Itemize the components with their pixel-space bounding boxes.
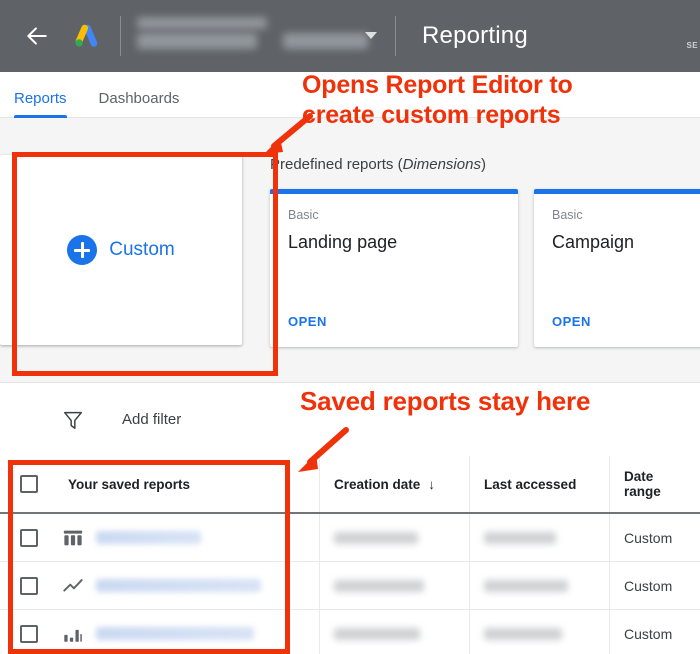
tab-dashboards[interactable]: Dashboards bbox=[99, 90, 180, 117]
select-all-cell bbox=[0, 456, 58, 512]
predefined-reports-heading: Predefined reports (Dimensions) bbox=[270, 156, 700, 173]
row-select-cell bbox=[0, 562, 58, 609]
row-checkbox[interactable] bbox=[20, 528, 38, 547]
table-row[interactable]: Custom bbox=[0, 514, 700, 562]
card-title: Campaign bbox=[552, 232, 635, 252]
row-checkbox[interactable] bbox=[20, 624, 38, 643]
reports-strip: Custom Predefined reports (Dimensions) B… bbox=[0, 118, 700, 382]
column-header-creation-date-label: Creation date bbox=[334, 476, 421, 492]
card-open-link[interactable]: OPEN bbox=[552, 314, 591, 329]
column-header-date-range[interactable]: Date range bbox=[610, 456, 700, 512]
creation-date-redacted bbox=[334, 627, 420, 640]
row-creation-date-cell bbox=[320, 562, 470, 609]
last-accessed-redacted bbox=[484, 627, 562, 640]
predefined-reports-column: Predefined reports (Dimensions) Basic La… bbox=[242, 118, 700, 382]
last-accessed-redacted bbox=[484, 579, 568, 592]
card-title: Landing page bbox=[288, 232, 398, 252]
row-last-accessed-cell bbox=[470, 562, 610, 609]
last-accessed-redacted bbox=[484, 531, 556, 544]
column-header-creation-date[interactable]: Creation date ↓ bbox=[320, 456, 470, 512]
column-header-name-label: Your saved reports bbox=[68, 476, 191, 492]
row-date-range-value: Custom bbox=[624, 625, 673, 642]
column-header-date-range-label: Date range bbox=[624, 469, 661, 499]
annotation-callout-top: Opens Report Editor to create custom rep… bbox=[302, 71, 573, 129]
add-filter-button[interactable]: Add filter bbox=[122, 411, 181, 428]
table-header-row: Your saved reports Creation date ↓ Last … bbox=[0, 456, 700, 514]
app-bar: Reporting SE bbox=[0, 0, 700, 72]
page-title: Reporting bbox=[422, 22, 528, 49]
predefined-title-prefix: Predefined reports ( bbox=[270, 156, 403, 173]
account-secondary-redacted bbox=[283, 33, 368, 49]
row-name-redacted bbox=[96, 531, 201, 544]
row-creation-date-cell bbox=[320, 514, 470, 561]
table-row[interactable]: Custom bbox=[0, 610, 700, 654]
account-name-redacted bbox=[137, 17, 267, 29]
row-name-redacted bbox=[96, 579, 261, 592]
card-kicker: Basic bbox=[288, 208, 319, 222]
account-id-redacted bbox=[137, 33, 257, 49]
card-open-link[interactable]: OPEN bbox=[288, 314, 327, 329]
chevron-down-icon[interactable] bbox=[365, 32, 377, 39]
custom-card-label: Custom bbox=[109, 239, 175, 260]
appbar-divider-2 bbox=[395, 16, 396, 56]
saved-reports-table: Your saved reports Creation date ↓ Last … bbox=[0, 456, 700, 654]
row-creation-date-cell bbox=[320, 610, 470, 654]
row-date-range-cell: Custom bbox=[610, 610, 700, 654]
line-chart-icon bbox=[62, 575, 84, 597]
predefined-title-emphasis: Dimensions bbox=[402, 156, 481, 173]
row-select-cell bbox=[0, 610, 58, 654]
card-kicker: Basic bbox=[552, 208, 583, 222]
row-date-range-value: Custom bbox=[624, 577, 673, 594]
account-selector[interactable] bbox=[133, 15, 383, 57]
corner-label: SE bbox=[686, 41, 698, 50]
plus-circle-icon bbox=[67, 235, 98, 265]
sort-descending-icon[interactable]: ↓ bbox=[428, 477, 435, 492]
appbar-divider-1 bbox=[120, 16, 121, 56]
tab-reports[interactable]: Reports bbox=[14, 90, 67, 118]
row-name-redacted bbox=[96, 627, 254, 640]
select-all-checkbox[interactable] bbox=[20, 475, 38, 493]
screenshot-root: Reporting SE Reports Dashboards Custom P… bbox=[0, 0, 700, 654]
back-arrow-icon[interactable] bbox=[14, 13, 60, 59]
creation-date-redacted bbox=[334, 579, 424, 592]
google-ads-logo-icon[interactable] bbox=[64, 14, 108, 58]
creation-date-redacted bbox=[334, 531, 418, 544]
row-select-cell bbox=[0, 514, 58, 561]
table-row[interactable]: Custom bbox=[0, 562, 700, 610]
column-header-name[interactable]: Your saved reports bbox=[58, 456, 320, 512]
predefined-title-suffix: ) bbox=[480, 156, 486, 173]
row-date-range-cell: Custom bbox=[610, 562, 700, 609]
row-date-range-cell: Custom bbox=[610, 514, 700, 561]
custom-report-card[interactable]: Custom bbox=[0, 155, 242, 345]
row-name-cell[interactable] bbox=[58, 514, 320, 561]
column-header-last-accessed[interactable]: Last accessed bbox=[470, 456, 610, 512]
filter-funnel-icon[interactable] bbox=[62, 409, 84, 431]
row-date-range-value: Custom bbox=[624, 529, 673, 546]
bar-chart-icon bbox=[62, 623, 84, 645]
row-name-cell[interactable] bbox=[58, 610, 320, 654]
row-last-accessed-cell bbox=[470, 514, 610, 561]
column-header-last-accessed-label: Last accessed bbox=[484, 476, 577, 492]
custom-card-column: Custom bbox=[0, 118, 242, 382]
row-checkbox[interactable] bbox=[20, 576, 38, 595]
row-last-accessed-cell bbox=[470, 610, 610, 654]
predefined-card-landing-page[interactable]: Basic Landing page OPEN bbox=[270, 189, 518, 347]
predefined-cards-row: Basic Landing page OPEN Basic Campaign O… bbox=[270, 189, 700, 347]
table-chart-icon bbox=[62, 527, 84, 549]
annotation-callout-bottom: Saved reports stay here bbox=[300, 386, 591, 416]
row-name-cell[interactable] bbox=[58, 562, 320, 609]
predefined-card-campaign[interactable]: Basic Campaign OPEN bbox=[534, 189, 700, 347]
